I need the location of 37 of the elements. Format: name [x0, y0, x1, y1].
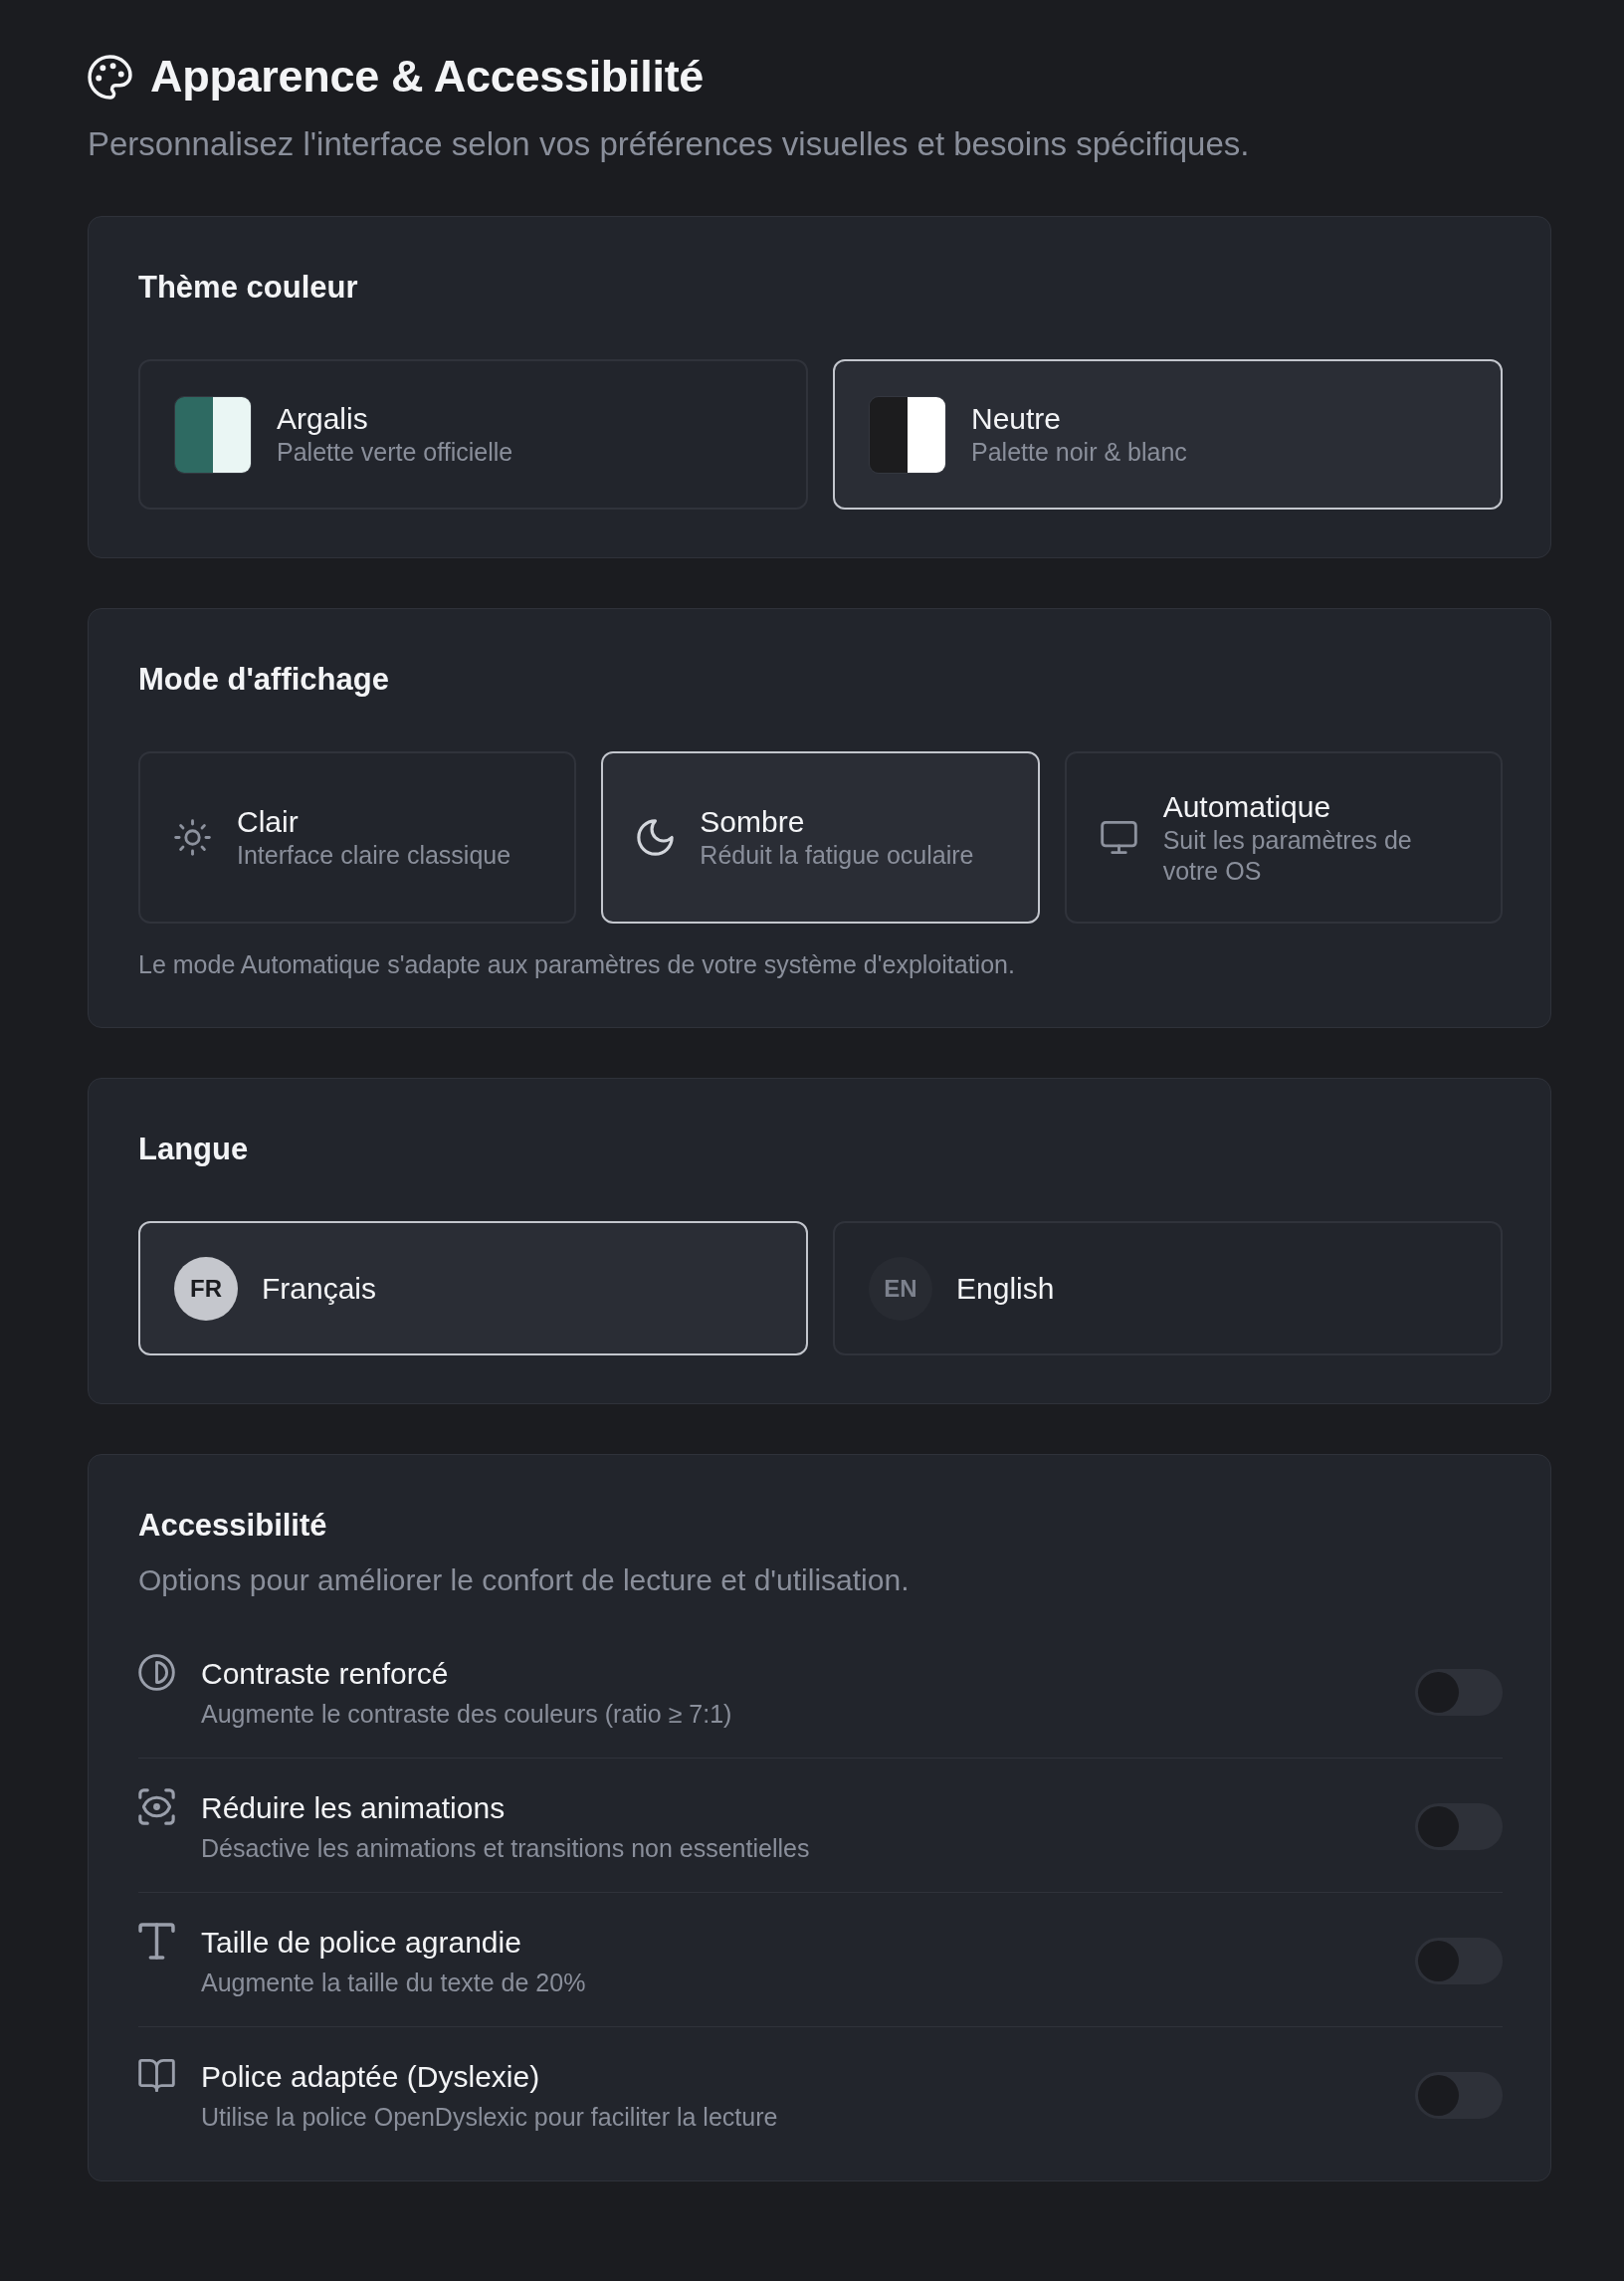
- mode-note: Le mode Automatique s'adapte aux paramètres de votre système d'exploitation.: [138, 949, 1016, 979]
- section-title: Thème couleur: [138, 269, 359, 307]
- section-title: Mode d'affichage: [138, 661, 390, 699]
- setting-title: Réduire les animations: [201, 1790, 507, 1826]
- sun-icon: [174, 819, 211, 856]
- display-mode-option[interactable]: Sombre Réduit la fatigue oculaire: [601, 751, 1040, 924]
- section-description: Options pour améliorer le confort de lecture et d'utilisation.: [138, 1562, 911, 1598]
- display-mode-option[interactable]: Clair Interface claire classique: [138, 751, 577, 924]
- setting-description: Utilise la police OpenDyslexic pour faciliter la lecture: [201, 2102, 779, 2132]
- open-book-icon: [138, 2057, 175, 2094]
- monitor-icon: [1100, 819, 1137, 856]
- language-code: EN: [869, 1256, 932, 1321]
- eye-scan-icon: [138, 1788, 175, 1825]
- toggle-switch[interactable]: [1415, 1669, 1503, 1716]
- setting-description: Désactive les animations et transitions non essentielles: [201, 1833, 811, 1863]
- page-title: Apparence & Accessibilité: [150, 52, 705, 102]
- section-title: Langue: [138, 1131, 250, 1168]
- display-mode-option[interactable]: Automatique Suit les paramètres de votre OS: [1064, 751, 1503, 924]
- palette-icon: [88, 54, 132, 100]
- language-code: FR: [174, 1256, 238, 1321]
- moon-icon: [637, 819, 675, 856]
- page-subtitle: Personnalisez l'interface selon vos préférences visuelles et besoins spécifiques.: [88, 124, 1251, 164]
- toggle-switch[interactable]: [1415, 1938, 1503, 1984]
- theme-option[interactable]: Argalis Palette verte officielle: [138, 359, 808, 510]
- section-title: Accessibilité: [138, 1507, 328, 1545]
- theme-option[interactable]: Neutre Palette noir & blanc: [833, 359, 1503, 510]
- setting-title: Contraste renforcé: [201, 1656, 450, 1692]
- language-option[interactable]: EN English: [833, 1221, 1503, 1355]
- toggle-switch[interactable]: [1415, 2072, 1503, 2119]
- setting-description: Augmente la taille du texte de 20%: [201, 1968, 587, 1997]
- contrast-icon: [138, 1654, 175, 1691]
- language-option[interactable]: FR Français: [138, 1221, 808, 1355]
- setting-title: Police adaptée (Dyslexie): [201, 2059, 541, 2095]
- setting-title: Taille de police agrandie: [201, 1925, 522, 1961]
- setting-description: Augmente le contraste des couleurs (ratio ≥ 7:1): [201, 1699, 733, 1729]
- toggle-switch[interactable]: [1415, 1803, 1503, 1850]
- letter-t-icon: [138, 1923, 175, 1960]
